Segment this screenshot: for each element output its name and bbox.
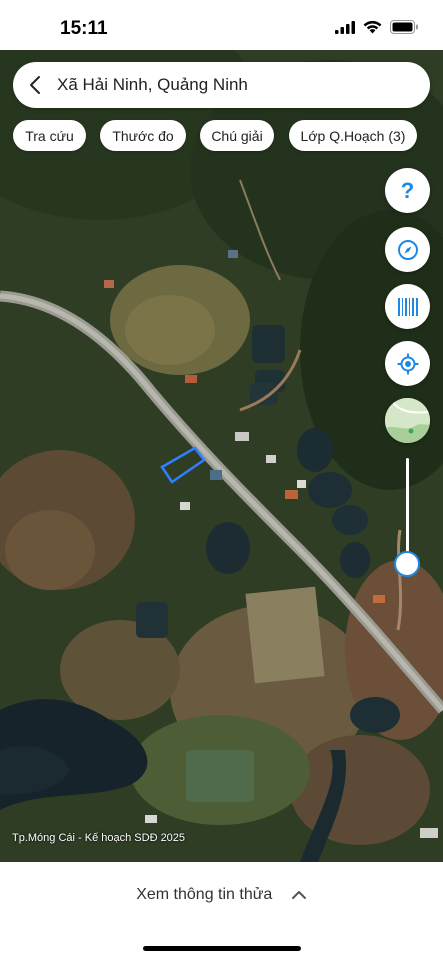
layer-thumbnail-icon xyxy=(385,398,430,443)
satellite-map[interactable] xyxy=(0,50,443,862)
barcode-scan-button[interactable] xyxy=(385,284,430,329)
parcel-info-label: Xem thông tin thửa xyxy=(136,886,273,903)
wifi-icon xyxy=(363,20,382,34)
chip-measure[interactable]: Thước đo xyxy=(100,120,186,151)
my-location-button[interactable] xyxy=(385,341,430,386)
chip-legend[interactable]: Chú giải xyxy=(200,120,274,151)
location-title: Xã Hải Ninh, Quảng Ninh xyxy=(57,75,248,94)
search-bar[interactable]: Xã Hải Ninh, Quảng Ninh xyxy=(13,62,430,108)
status-icons xyxy=(335,20,419,34)
satellite-imagery xyxy=(0,50,443,862)
battery-icon xyxy=(390,20,418,34)
signal-icon xyxy=(335,20,355,34)
help-button[interactable]: ? xyxy=(385,168,430,213)
bottom-sheet[interactable]: Xem thông tin thửa xyxy=(0,862,443,960)
barcode-icon xyxy=(397,297,418,316)
chip-lookup[interactable]: Tra cứu xyxy=(13,120,86,151)
status-bar: 15:11 xyxy=(0,0,443,50)
map-watermark: Tp.Móng Cái - Kế hoạch SDĐ 2025 xyxy=(12,832,186,844)
status-time: 15:11 xyxy=(60,18,108,39)
parcel-info-toggle[interactable]: Xem thông tin thửa xyxy=(0,886,443,904)
back-chevron-icon[interactable] xyxy=(13,62,57,108)
opacity-slider-thumb[interactable] xyxy=(394,551,420,578)
compass-button[interactable] xyxy=(385,227,430,272)
help-icon: ? xyxy=(400,177,415,203)
chevron-up-icon xyxy=(291,890,306,899)
locate-icon xyxy=(397,353,418,374)
chip-planning-layers[interactable]: Lớp Q.Hoạch (3) xyxy=(289,120,417,151)
home-indicator xyxy=(143,946,301,951)
compass-icon xyxy=(397,239,418,260)
map-layer-switch-button[interactable] xyxy=(385,398,430,443)
